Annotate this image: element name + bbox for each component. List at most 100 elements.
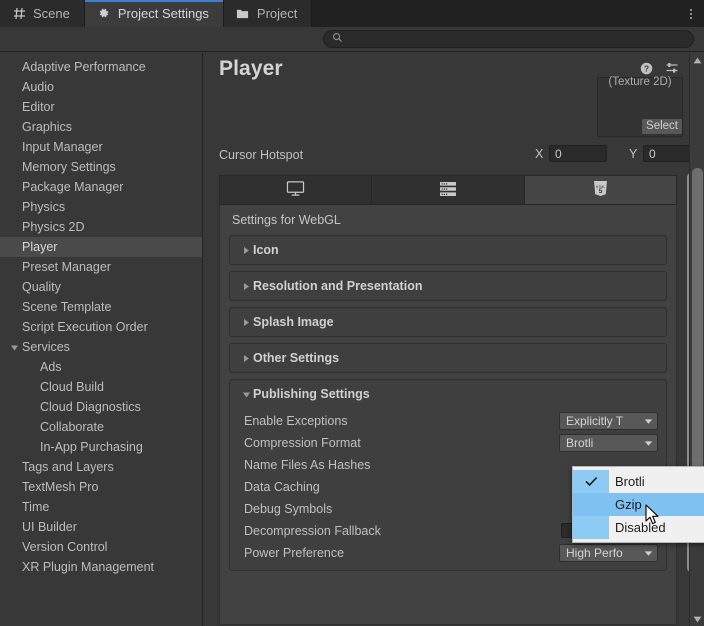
property-label: Power Preference: [244, 546, 345, 560]
tab-project[interactable]: Project: [223, 0, 313, 27]
cursor-hotspot-x-input[interactable]: 0: [549, 145, 607, 162]
sidebar-item-script-execution-order[interactable]: Script Execution Order: [0, 317, 202, 337]
sidebar-item-quality[interactable]: Quality: [0, 277, 202, 297]
panel-scrollbar-thumb[interactable]: [692, 168, 703, 498]
menu-item-check-slot: [573, 516, 609, 539]
sidebar-item-label: Time: [22, 500, 50, 514]
object-type-label: (Texture 2D): [608, 76, 672, 88]
sidebar-item-tags-and-layers[interactable]: Tags and Layers: [0, 457, 202, 477]
sidebar-item-label: Graphics: [22, 120, 73, 134]
window-tab-bar: Scene Project Settings Project: [0, 0, 704, 27]
platform-tab-strip: HTML 5: [219, 175, 677, 205]
window-overflow-menu-icon[interactable]: [678, 0, 704, 27]
cursor-texture-object-field[interactable]: (Texture 2D) Select: [597, 76, 683, 137]
sidebar-item-cloud-build[interactable]: Cloud Build: [0, 377, 202, 397]
preset-icon[interactable]: [665, 61, 679, 75]
sidebar-item-graphics[interactable]: Graphics: [0, 117, 202, 137]
menu-item-disabled[interactable]: Disabled: [573, 516, 704, 539]
property-label: Data Caching: [244, 480, 320, 494]
section-header-splash-image[interactable]: Splash Image: [230, 308, 666, 336]
chevron-down-icon: [644, 436, 653, 450]
property-row-power-preference: Power Preference High Perfo: [230, 542, 666, 564]
settings-search-field[interactable]: [323, 30, 694, 48]
scroll-down-arrow-icon[interactable]: [690, 612, 704, 626]
platform-standalone-tab[interactable]: [220, 176, 373, 204]
compression-format-dropdown[interactable]: Brotli: [559, 434, 658, 452]
control-wrap: Brotli: [559, 434, 658, 452]
unity-editor-window: Scene Project Settings Project Adaptive …: [0, 0, 704, 626]
section-header-resolution-and-presentation[interactable]: Resolution and Presentation: [230, 272, 666, 300]
chevron-right-icon[interactable]: [239, 282, 253, 291]
x-axis-label: X: [535, 146, 544, 161]
sidebar-item-cloud-diagnostics[interactable]: Cloud Diagnostics: [0, 397, 202, 417]
sidebar-item-label: Cloud Build: [40, 380, 104, 394]
tab-project-settings[interactable]: Project Settings: [84, 0, 224, 27]
sidebar-item-in-app-purchasing[interactable]: In-App Purchasing: [0, 437, 202, 457]
platform-dedicated-server-tab[interactable]: [372, 176, 525, 204]
sidebar-item-label: Package Manager: [22, 180, 124, 194]
sidebar-item-label: Audio: [22, 80, 54, 94]
enable-exceptions-dropdown[interactable]: Explicitly T: [559, 412, 658, 430]
gear-icon: [97, 7, 111, 21]
sidebar-item-label: Scene Template: [22, 300, 112, 314]
sidebar-item-label: Physics: [22, 200, 66, 214]
sidebar-item-package-manager[interactable]: Package Manager: [0, 177, 202, 197]
chevron-down-icon[interactable]: [239, 390, 253, 399]
sidebar-item-label: UI Builder: [22, 520, 77, 534]
sidebar-item-services[interactable]: Services: [0, 337, 202, 357]
chevron-right-icon[interactable]: [239, 246, 253, 255]
sidebar-item-adaptive-performance[interactable]: Adaptive Performance: [0, 57, 202, 77]
sidebar-item-input-manager[interactable]: Input Manager: [0, 137, 202, 157]
chevron-down-icon[interactable]: [8, 343, 20, 352]
dropdown-value: Brotli: [566, 436, 594, 450]
sidebar-item-label: XR Plugin Management: [22, 560, 155, 574]
sidebar-item-time[interactable]: Time: [0, 497, 202, 517]
monitor-icon: [286, 180, 305, 200]
sidebar-item-physics-2d[interactable]: Physics 2D: [0, 217, 202, 237]
settings-category-list[interactable]: Adaptive Performance Audio Editor Graphics I…: [0, 53, 203, 626]
sidebar-item-audio[interactable]: Audio: [0, 77, 202, 97]
property-label: Debug Symbols: [244, 502, 333, 516]
platform-webgl-tab[interactable]: HTML 5: [524, 176, 676, 204]
chevron-right-icon[interactable]: [239, 318, 253, 327]
section-header-publishing-settings[interactable]: Publishing Settings: [230, 380, 666, 408]
sidebar-item-label: Player: [22, 240, 58, 254]
scroll-up-arrow-icon[interactable]: [690, 53, 704, 67]
sidebar-item-scene-template[interactable]: Scene Template: [0, 297, 202, 317]
dropdown-value: Explicitly T: [566, 414, 624, 428]
sidebar-item-version-control[interactable]: Version Control: [0, 537, 202, 557]
menu-item-brotli[interactable]: Brotli: [573, 470, 704, 493]
control-wrap: High Perfo: [559, 544, 658, 562]
chevron-right-icon[interactable]: [239, 354, 253, 363]
power-preference-dropdown[interactable]: High Perfo: [559, 544, 658, 562]
section-header-other-settings[interactable]: Other Settings: [230, 344, 666, 372]
sidebar-item-ui-builder[interactable]: UI Builder: [0, 517, 202, 537]
compression-format-dropdown-menu[interactable]: Brotli Gzip Disabled: [572, 466, 704, 543]
menu-item-label: Disabled: [615, 520, 666, 535]
property-row-enable-exceptions: Enable Exceptions Explicitly T: [230, 410, 666, 432]
search-input[interactable]: [348, 33, 685, 45]
sidebar-item-label: TextMesh Pro: [22, 480, 99, 494]
sidebar-item-label: Physics 2D: [22, 220, 85, 234]
sidebar-item-label: Input Manager: [22, 140, 103, 154]
search-row: [0, 27, 704, 52]
menu-item-gzip[interactable]: Gzip: [573, 493, 704, 516]
tab-scene[interactable]: Scene: [0, 0, 85, 27]
sidebar-item-memory-settings[interactable]: Memory Settings: [0, 157, 202, 177]
sidebar-item-label: Quality: [22, 280, 61, 294]
select-button[interactable]: Select: [642, 119, 682, 134]
chevron-down-icon: [644, 414, 653, 428]
sidebar-item-physics[interactable]: Physics: [0, 197, 202, 217]
sidebar-item-preset-manager[interactable]: Preset Manager: [0, 257, 202, 277]
sidebar-item-collaborate[interactable]: Collaborate: [0, 417, 202, 437]
sidebar-item-textmesh-pro[interactable]: TextMesh Pro: [0, 477, 202, 497]
control-wrap: Explicitly T: [559, 412, 658, 430]
help-icon[interactable]: ?: [640, 62, 653, 75]
svg-text:?: ?: [644, 63, 649, 73]
sidebar-item-editor[interactable]: Editor: [0, 97, 202, 117]
sidebar-item-label: Services: [22, 340, 70, 354]
sidebar-item-xr-plugin-management[interactable]: XR Plugin Management: [0, 557, 202, 577]
section-header-icon[interactable]: Icon: [230, 236, 666, 264]
sidebar-item-ads[interactable]: Ads: [0, 357, 202, 377]
sidebar-item-player[interactable]: Player: [0, 237, 202, 257]
